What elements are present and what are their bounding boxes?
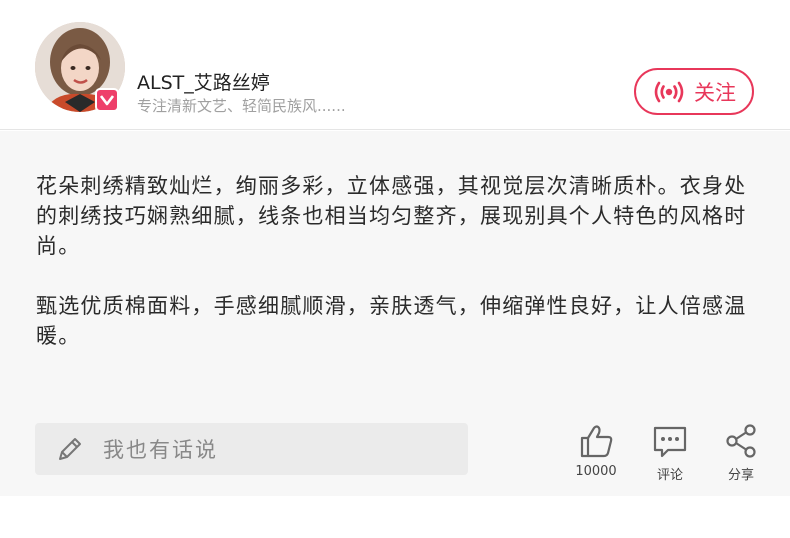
pencil-icon xyxy=(55,434,85,464)
share-label: 分享 xyxy=(727,468,754,483)
follow-button[interactable]: 关注 xyxy=(634,68,754,115)
like-button[interactable]: 10000 xyxy=(566,421,626,479)
post-content: 花朵刺绣精致灿烂，绚丽多彩，立体感强，其视觉层次清晰质朴。衣身处的刺绣技巧娴熟细… xyxy=(0,131,790,496)
broadcast-icon xyxy=(652,79,686,105)
username[interactable]: ALST_艾路丝婷 xyxy=(137,68,270,95)
comment-button[interactable]: 评论 xyxy=(640,421,700,483)
thumbs-up-icon xyxy=(566,421,626,459)
follow-label: 关注 xyxy=(694,80,736,105)
comment-bubble-icon xyxy=(640,421,700,459)
like-count: 10000 xyxy=(575,464,617,479)
share-icon xyxy=(711,421,771,459)
comment-input[interactable]: 我也有话说 xyxy=(35,423,468,475)
comment-label: 评论 xyxy=(656,468,683,483)
share-button[interactable]: 分享 xyxy=(711,421,771,483)
post-paragraph: 甄选优质棉面料，手感细腻顺滑，亲肤透气，伸缩弹性良好，让人倍感温暖。 xyxy=(36,294,747,348)
profile-header: ALST_艾路丝婷 专注清新文艺、轻简民族风...... 关注 xyxy=(0,0,790,130)
user-bio: 专注清新文艺、轻简民族风...... xyxy=(137,97,346,115)
verified-badge-icon xyxy=(95,88,119,112)
comment-placeholder: 我也有话说 xyxy=(103,438,218,462)
post-paragraph: 花朵刺绣精致灿烂，绚丽多彩，立体感强，其视觉层次清晰质朴。衣身处的刺绣技巧娴熟细… xyxy=(36,174,747,258)
